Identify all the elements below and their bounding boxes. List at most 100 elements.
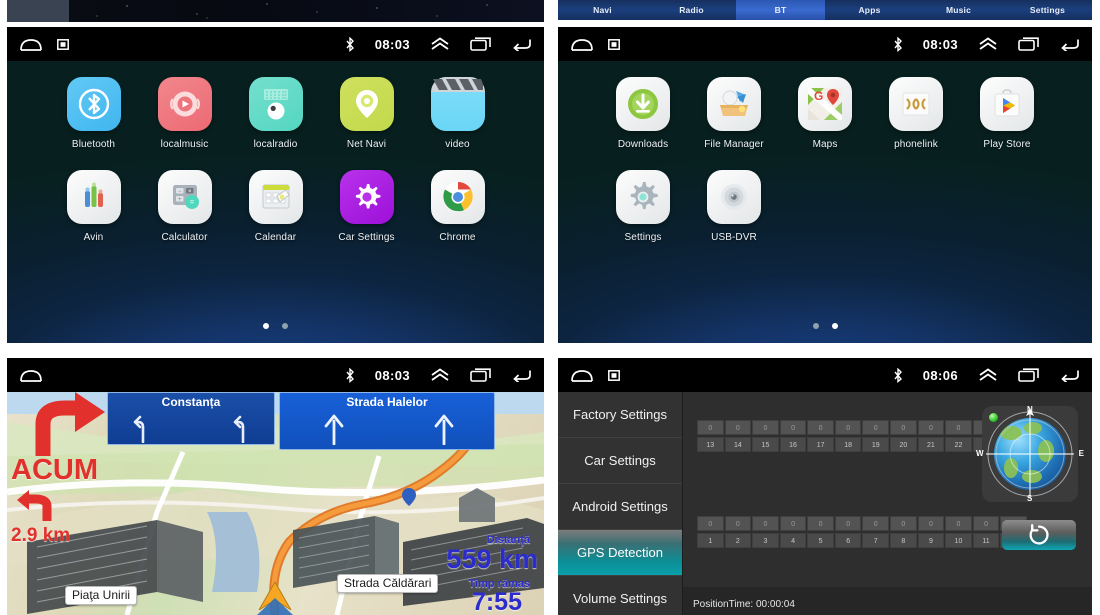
bluetooth-app-icon: [66, 77, 121, 131]
app-car-settings[interactable]: Car Settings: [321, 170, 412, 243]
sidebar-item-android-settings[interactable]: Android Settings: [558, 484, 682, 530]
satellite-snr-row-top: 0 0 0 0 0 0 0 0 0 0 0 0: [697, 420, 1027, 435]
snr-cell: 0: [697, 420, 724, 435]
next-distance-label: 2.9 km: [11, 525, 71, 546]
svg-text:×: ×: [187, 189, 191, 195]
compass-south-label: S: [1027, 494, 1033, 503]
page-dot-1[interactable]: [263, 323, 269, 329]
tab-navi[interactable]: Navi: [558, 0, 647, 20]
compass-east-label: E: [1078, 449, 1084, 458]
sat-id-cell: 14: [724, 437, 752, 452]
screenshot-icon[interactable]: [57, 38, 69, 50]
app-bluetooth[interactable]: Bluetooth: [48, 77, 139, 150]
app-net-navi[interactable]: Net Navi: [321, 77, 412, 150]
back-arrow-icon[interactable]: [512, 368, 532, 383]
sign-arrow-straight-icon-2: [434, 414, 454, 445]
home-icon[interactable]: [570, 368, 594, 383]
top-nav-tabbar[interactable]: Navi Radio BT Apps Music Settings: [558, 0, 1092, 20]
sat-id-cell: 17: [807, 437, 834, 452]
recent-apps-icon[interactable]: [1018, 37, 1040, 51]
settings-sidebar[interactable]: Factory Settings Car Settings Android Se…: [558, 392, 683, 615]
device-screen-app-drawer-page2: 08:03 Downloads File Manager G Maps phon…: [558, 27, 1092, 343]
satellite-id-row-bottom: 1 2 3 4 5 6 7 8 9 10 11 12: [697, 533, 1027, 548]
sidebar-item-gps-detection[interactable]: GPS Detection: [558, 530, 682, 576]
app-calendar[interactable]: Calendar: [230, 170, 321, 243]
screenshot-icon[interactable]: [608, 38, 620, 50]
home-icon[interactable]: [19, 368, 43, 383]
tab-radio[interactable]: Radio: [647, 0, 736, 20]
screenshot-icon[interactable]: [608, 369, 620, 381]
snr-cell: 0: [890, 420, 917, 435]
guidance-sign-right: Strada Halelor: [279, 392, 495, 450]
sidebar-item-car-settings[interactable]: Car Settings: [558, 438, 682, 484]
app-grid-page2: Downloads File Manager G Maps phonelink …: [558, 77, 1092, 243]
tab-settings[interactable]: Settings: [1003, 0, 1092, 20]
home-icon[interactable]: [570, 37, 594, 52]
app-file-manager[interactable]: File Manager: [689, 77, 780, 150]
snr-cell: 0: [945, 420, 972, 435]
navigation-map[interactable]: Constanța Strada Halelor ACUM 2.9 km Pia…: [7, 392, 544, 615]
chevron-up-icon[interactable]: [430, 37, 450, 51]
app-label: Car Settings: [338, 232, 395, 243]
recent-apps-icon[interactable]: [470, 368, 492, 382]
app-label: Calendar: [254, 232, 297, 243]
sat-id-cell: 1: [697, 533, 724, 548]
compass-north-label: N: [1027, 405, 1033, 414]
app-maps[interactable]: G Maps: [780, 77, 871, 150]
page-dot-1[interactable]: [812, 323, 819, 329]
app-label: Avin: [83, 232, 104, 243]
back-arrow-icon[interactable]: [1060, 37, 1080, 52]
back-arrow-icon[interactable]: [512, 37, 532, 52]
chevron-up-icon[interactable]: [430, 368, 450, 382]
app-localmusic[interactable]: localmusic: [139, 77, 230, 150]
app-calculator[interactable]: − × + = Calculator: [139, 170, 230, 243]
play-store-icon: [980, 77, 1034, 131]
wallpaper-preview-partial: [7, 0, 544, 22]
page-indicator[interactable]: [7, 323, 544, 329]
clapperboard-icon: [430, 77, 485, 131]
tab-music[interactable]: Music: [914, 0, 1003, 20]
status-bar: 08:03: [7, 27, 544, 61]
app-slot-empty: [780, 170, 871, 243]
snr-cell: 0: [834, 516, 862, 531]
sat-id-cell: 7: [862, 533, 890, 548]
music-player-icon: [157, 77, 212, 131]
app-downloads[interactable]: Downloads: [598, 77, 689, 150]
page-dot-2[interactable]: [831, 323, 838, 329]
app-label: Settings: [624, 232, 662, 243]
app-label: localradio: [253, 139, 298, 150]
app-label: Play Store: [983, 139, 1031, 150]
chevron-up-icon[interactable]: [978, 368, 998, 382]
sidebar-item-volume-settings[interactable]: Volume Settings: [558, 576, 682, 615]
app-settings[interactable]: Settings: [598, 170, 689, 243]
app-play-store[interactable]: Play Store: [962, 77, 1053, 150]
time-remaining-value: 7:55: [471, 588, 522, 615]
app-phonelink[interactable]: phonelink: [871, 77, 962, 150]
sat-id-cell: 10: [945, 533, 972, 548]
gps-refresh-button[interactable]: [1002, 520, 1076, 550]
status-bar: 08:06: [558, 358, 1092, 392]
sat-id-cell: 18: [834, 437, 862, 452]
next-action-label: ACUM: [11, 454, 98, 486]
sat-id-cell: 20: [890, 437, 917, 452]
app-video[interactable]: video: [412, 77, 503, 150]
tab-bt[interactable]: BT: [736, 0, 825, 20]
sidebar-item-factory-settings[interactable]: Factory Settings: [558, 392, 682, 438]
app-avin[interactable]: Avin: [48, 170, 139, 243]
page-indicator[interactable]: [558, 323, 1092, 329]
tab-apps[interactable]: Apps: [825, 0, 914, 20]
recent-apps-icon[interactable]: [1018, 368, 1040, 382]
recent-apps-icon[interactable]: [470, 37, 492, 51]
home-icon[interactable]: [19, 37, 43, 52]
back-arrow-icon[interactable]: [1060, 368, 1080, 383]
snr-cell: 0: [779, 420, 807, 435]
dvr-camera-icon: [707, 170, 761, 224]
app-label: Chrome: [439, 232, 476, 243]
app-localradio[interactable]: localradio: [230, 77, 321, 150]
app-row-1: Bluetooth localmusic localradio Net Navi…: [7, 77, 544, 150]
chevron-up-icon[interactable]: [978, 37, 998, 51]
app-chrome[interactable]: Chrome: [412, 170, 503, 243]
app-label: File Manager: [704, 139, 764, 150]
page-dot-2[interactable]: [282, 323, 288, 329]
app-usb-dvr[interactable]: USB-DVR: [689, 170, 780, 243]
